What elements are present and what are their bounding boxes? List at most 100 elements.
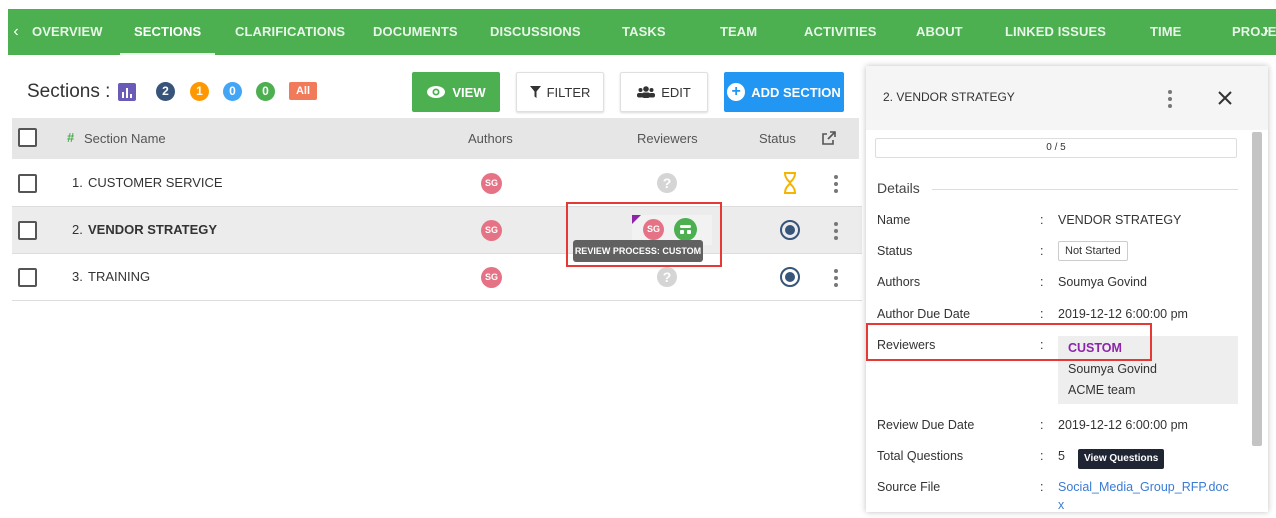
chevron-left-icon[interactable]: ‹ (8, 23, 24, 41)
select-all-checkbox[interactable] (18, 128, 37, 147)
row-section-name[interactable]: CUSTOMER SERVICE (88, 175, 223, 190)
colon: : (1040, 480, 1044, 494)
panel-title: 2. VENDOR STRATEGY (883, 90, 1015, 104)
status-badge: Not Started (1058, 241, 1128, 261)
external-link-icon[interactable] (822, 131, 836, 145)
count-badge-total[interactable]: 2 (156, 82, 175, 101)
view-button-label: VIEW (452, 84, 486, 100)
source-file-link[interactable]: Social_Media_Group_RFP.doc (1058, 480, 1229, 494)
source-file-key: Source File (877, 480, 941, 494)
table-row[interactable]: 3. TRAINING SG ? (12, 254, 862, 301)
edit-button-label: EDIT (661, 84, 691, 100)
source-file-link-wrap[interactable]: x (1058, 498, 1064, 512)
header-status[interactable]: Status (759, 131, 796, 146)
add-section-label: ADD SECTION (751, 84, 841, 100)
plus-circle-icon: + (727, 83, 746, 101)
row-menu-icon[interactable] (834, 222, 838, 240)
row-menu-icon[interactable] (834, 175, 838, 193)
add-section-button[interactable]: + ADD SECTION (724, 72, 844, 112)
tab-clarifications[interactable]: CLARIFICATIONS (235, 9, 345, 55)
header-authors[interactable]: Authors (468, 131, 513, 146)
top-nav: ‹ OVERVIEW SECTIONS CLARIFICATIONS DOCUM… (8, 9, 1276, 55)
status-key: Status (877, 244, 913, 258)
header-reviewers[interactable]: Reviewers (637, 131, 698, 146)
colon: : (1040, 418, 1044, 432)
row-checkbox[interactable] (18, 221, 37, 240)
panel-header: 2. VENDOR STRATEGY (866, 66, 1268, 130)
count-badge-in-progress[interactable]: 1 (190, 82, 209, 101)
view-button[interactable]: VIEW (412, 72, 500, 112)
tab-overview[interactable]: OVERVIEW (32, 9, 103, 55)
colon: : (1040, 307, 1044, 321)
progress-bar: 0 / 5 (875, 138, 1237, 158)
row-menu-icon[interactable] (834, 269, 838, 287)
not-started-status-icon[interactable] (780, 220, 800, 240)
users-icon (637, 86, 656, 98)
hash-icon: # (67, 130, 75, 145)
panel-menu-icon[interactable] (1168, 90, 1172, 108)
tab-documents[interactable]: DOCUMENTS (373, 9, 458, 55)
colon: : (1040, 275, 1044, 289)
details-heading: Details (877, 180, 920, 196)
tab-time[interactable]: TIME (1150, 9, 1181, 55)
filter-button-label: FILTER (546, 84, 591, 100)
tab-about[interactable]: ABOUT (916, 9, 963, 55)
panel-scrollbar[interactable] (1252, 132, 1262, 446)
question-icon[interactable]: ? (657, 267, 677, 287)
reviewer-name: Soumya Govind (1068, 362, 1157, 376)
total-questions-key: Total Questions (877, 449, 964, 463)
review-due-key: Review Due Date (877, 418, 975, 432)
tab-linked-issues[interactable]: LINKED ISSUES (1005, 9, 1106, 55)
hourglass-icon[interactable] (782, 172, 798, 194)
name-value: VENDOR STRATEGY (1058, 213, 1182, 227)
details-divider (932, 189, 1238, 190)
authors-key: Authors (877, 275, 921, 289)
author-avatar[interactable]: SG (481, 173, 502, 194)
header-section-name[interactable]: Section Name (84, 131, 166, 146)
row-number: 3. (72, 269, 83, 284)
table-row[interactable]: 2. VENDOR STRATEGY SG SG (12, 207, 862, 254)
tab-tasks[interactable]: TASKS (622, 9, 666, 55)
all-badge[interactable]: All (289, 82, 317, 100)
name-key: Name (877, 213, 911, 227)
colon: : (1040, 213, 1044, 227)
close-icon[interactable] (1218, 91, 1232, 105)
table-header: # Section Name Authors Reviewers Status (12, 118, 859, 159)
chevron-right-icon[interactable]: › (1258, 22, 1274, 40)
count-badge-review[interactable]: 0 (223, 82, 242, 101)
row-section-name[interactable]: VENDOR STRATEGY (88, 222, 217, 237)
tab-team[interactable]: TEAM (720, 9, 757, 55)
reviewer-team: ACME team (1068, 383, 1136, 397)
row-number: 2. (72, 222, 83, 237)
question-icon[interactable]: ? (657, 173, 677, 193)
author-due-value: 2019-12-12 6:00:00 pm (1058, 307, 1188, 321)
not-started-status-icon[interactable] (780, 267, 800, 287)
row-checkbox[interactable] (18, 268, 37, 287)
section-detail-panel: 2. VENDOR STRATEGY 0 / 5 Details Name : … (866, 66, 1268, 512)
review-process-tooltip: REVIEW PROCESS: CUSTOM (573, 240, 703, 262)
highlight-box-panel-reviewers (866, 323, 1152, 361)
row-section-name[interactable]: TRAINING (88, 269, 150, 284)
bar-chart-icon[interactable] (118, 83, 137, 101)
view-questions-button[interactable]: View Questions (1078, 449, 1165, 469)
author-due-key: Author Due Date (877, 307, 971, 321)
tab-discussions[interactable]: DISCUSSIONS (490, 9, 581, 55)
total-questions-value: 5 (1058, 449, 1065, 463)
row-number: 1. (72, 175, 83, 190)
table-row[interactable]: 1. CUSTOMER SERVICE SG ? (12, 160, 862, 207)
eye-icon (427, 86, 446, 98)
row-checkbox[interactable] (18, 174, 37, 193)
review-due-value: 2019-12-12 6:00:00 pm (1058, 418, 1188, 432)
sections-header: Sections : (27, 80, 137, 104)
edit-button[interactable]: EDIT (620, 72, 708, 112)
tab-sections[interactable]: SECTIONS (119, 9, 216, 55)
author-avatar[interactable]: SG (481, 267, 502, 288)
colon: : (1040, 244, 1044, 258)
filter-button[interactable]: FILTER (516, 72, 604, 112)
colon: : (1040, 449, 1044, 463)
author-avatar[interactable]: SG (481, 220, 502, 241)
count-badge-complete[interactable]: 0 (256, 82, 275, 101)
tab-activities[interactable]: ACTIVITIES (804, 9, 877, 55)
authors-value: Soumya Govind (1058, 275, 1147, 289)
sections-title: Sections : (27, 81, 111, 102)
